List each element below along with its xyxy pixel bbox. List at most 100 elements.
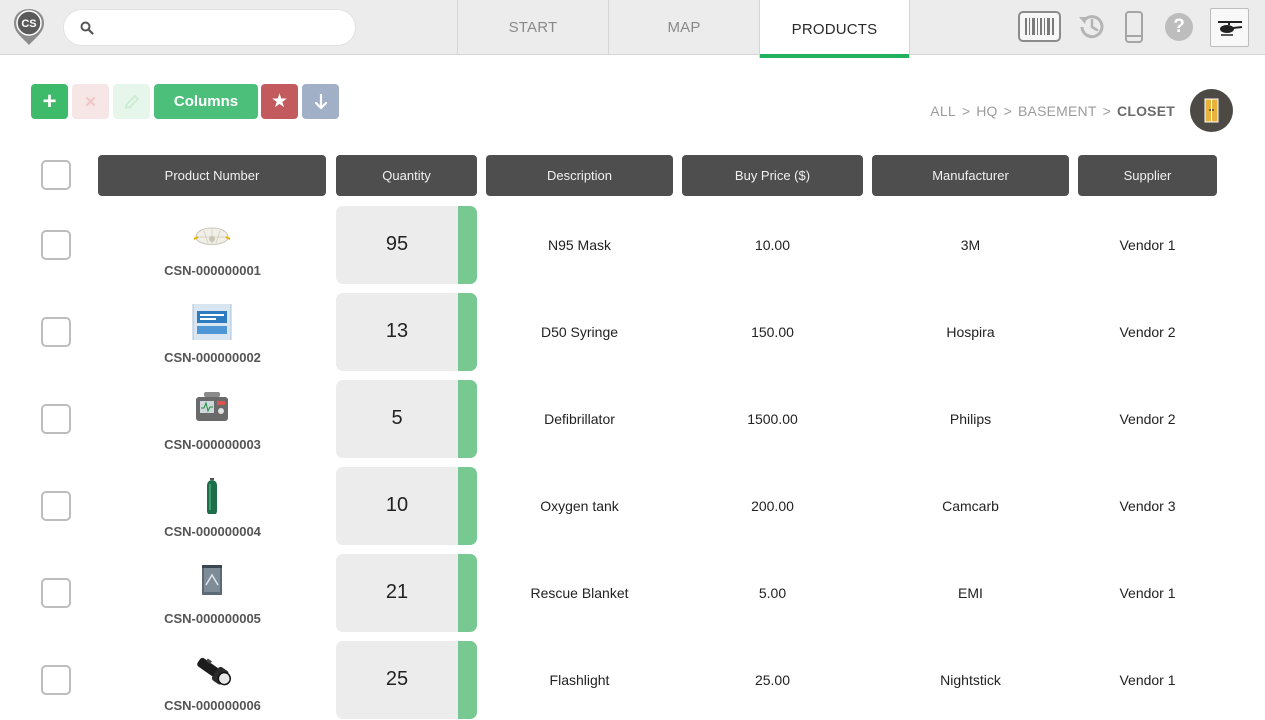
description-cell: N95 Mask [547,237,612,253]
table-row[interactable]: CSN-000000005 21 Rescue Blanket 5.00 EMI… [0,554,1265,632]
download-button[interactable] [302,84,339,119]
row-checkbox[interactable] [41,578,71,608]
breadcrumb-separator: > [1003,103,1012,119]
description-cell: D50 Syringe [540,324,619,340]
table-row[interactable]: CSN-000000002 13 D50 Syringe 150.00 Hosp… [0,293,1265,371]
product-number[interactable]: CSN-000000003 [100,437,325,452]
add-button[interactable]: + [31,84,68,119]
columns-button[interactable]: Columns [154,84,258,119]
breadcrumb: ALL > HQ > BASEMENT > CLOSET [930,103,1175,119]
description-cell: Defibrillator [544,411,615,427]
main-tabs: START MAP PRODUCTS [457,0,910,58]
buy-price-cell: 200.00 [751,498,794,514]
manufacturer-cell: Nightstick [940,672,1001,688]
row-checkbox[interactable] [41,317,71,347]
manufacturer-cell: EMI [958,585,983,601]
description-cell: Rescue Blanket [530,585,629,601]
tab-map[interactable]: MAP [608,0,759,55]
buy-price-cell: 1500.00 [747,411,798,427]
delete-button[interactable]: ✕ [72,84,109,119]
quantity-value: 10 [385,494,409,516]
quantity-value: 95 [385,233,409,255]
quantity-status-bar [458,641,477,719]
quantity-status-bar [458,380,477,458]
buy-price-cell: 25.00 [754,672,791,688]
product-number[interactable]: CSN-000000001 [100,263,325,278]
phone-icon[interactable] [1124,11,1144,43]
header-quantity[interactable]: Quantity [336,155,477,196]
manufacturer-cell: Camcarb [942,498,999,514]
quantity-value: 21 [385,581,409,603]
search-box[interactable] [63,9,356,46]
favorite-button[interactable]: ★ [261,84,298,119]
quantity-cell[interactable]: 5 [336,380,477,458]
header-product-number[interactable]: Product Number [98,155,326,196]
search-input[interactable] [104,17,344,39]
description-cell: Flashlight [549,672,610,688]
breadcrumb-separator: > [961,103,971,119]
buy-price-cell: 5.00 [758,585,787,601]
quantity-value: 5 [391,407,403,429]
defibrillator-image [196,392,228,421]
app-logo[interactable]: CS [12,7,46,47]
row-checkbox[interactable] [41,665,71,695]
search-icon [80,21,94,35]
breadcrumb-current: CLOSET [1117,103,1175,119]
table-row[interactable]: CSN-000000001 95 N95 Mask 10.00 3M Vendo… [0,206,1265,284]
quantity-value: 13 [385,320,409,342]
oxygen-tank-image [207,478,217,514]
table-row[interactable]: CSN-000000004 10 Oxygen tank 200.00 Camc… [0,467,1265,545]
buy-price-cell: 10.00 [754,237,791,253]
tab-start[interactable]: START [457,0,608,55]
row-checkbox[interactable] [41,404,71,434]
supplier-cell: Vendor 2 [1119,411,1176,427]
history-icon[interactable] [1076,11,1108,43]
supplier-cell: Vendor 1 [1119,237,1176,253]
manufacturer-cell: 3M [960,237,981,253]
quantity-cell[interactable]: 13 [336,293,477,371]
quantity-status-bar [458,293,477,371]
breadcrumb-separator: > [1102,103,1112,119]
header-manufacturer[interactable]: Manufacturer [872,155,1069,196]
buy-price-cell: 150.00 [751,324,794,340]
logo-text: CS [21,18,36,30]
breadcrumb-item-all[interactable]: ALL [930,103,956,119]
quantity-cell[interactable]: 25 [336,641,477,719]
barcode-icon[interactable] [1018,11,1061,42]
product-number[interactable]: CSN-000000002 [100,350,325,365]
quantity-status-bar [458,554,477,632]
closet-icon[interactable] [1190,89,1233,132]
arrow-down-icon [314,93,327,109]
breadcrumb-item-basement[interactable]: BASEMENT [1018,103,1097,119]
rescue-blanket-image [202,565,222,595]
tab-products[interactable]: PRODUCTS [759,0,910,58]
row-checkbox[interactable] [41,230,71,260]
supplier-cell: Vendor 1 [1119,585,1176,601]
quantity-cell[interactable]: 95 [336,206,477,284]
row-checkbox[interactable] [41,491,71,521]
breadcrumb-item-hq[interactable]: HQ [976,103,997,119]
header-supplier[interactable]: Supplier [1078,155,1217,196]
table-row[interactable]: CSN-000000003 5 Defibrillator 1500.00 Ph… [0,380,1265,458]
product-number[interactable]: CSN-000000006 [100,698,325,713]
help-icon[interactable]: ? [1165,13,1193,41]
edit-button[interactable] [113,84,150,119]
description-cell: Oxygen tank [540,498,619,514]
top-bar: CS START MAP PRODUCTS ? [0,0,1265,58]
n95-mask-image [193,227,231,245]
product-number[interactable]: CSN-000000004 [100,524,325,539]
select-all-checkbox[interactable] [41,160,71,190]
helicopter-icon[interactable] [1210,8,1249,47]
plus-icon: + [42,87,57,115]
supplier-cell: Vendor 1 [1119,672,1176,688]
pencil-icon [124,94,139,109]
quantity-cell[interactable]: 21 [336,554,477,632]
close-icon: ✕ [84,93,97,111]
quantity-cell[interactable]: 10 [336,467,477,545]
table-row[interactable]: CSN-000000006 25 Flashlight 25.00 Nights… [0,641,1265,719]
product-number[interactable]: CSN-000000005 [100,611,325,626]
star-icon: ★ [270,91,289,112]
header-description[interactable]: Description [486,155,673,196]
header-buy-price[interactable]: Buy Price ($) [682,155,863,196]
supplier-cell: Vendor 2 [1119,324,1176,340]
